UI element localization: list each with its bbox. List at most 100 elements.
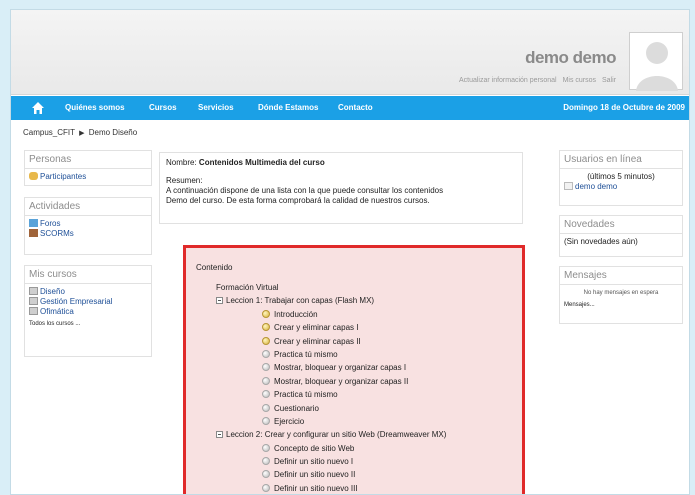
last-minutes-text: (últimos 5 minutos)	[587, 172, 655, 181]
nav-servicios[interactable]: Servicios	[198, 103, 234, 112]
lesson-1-item-label: Crear y eliminar capas I	[274, 323, 359, 333]
summary-line-2: Demo del curso. De esta forma comprobará…	[166, 196, 430, 205]
lesson-1-item[interactable]: Practica tú mismo	[196, 388, 512, 401]
lesson-page-icon	[262, 457, 270, 466]
nav-contacto[interactable]: Contacto	[338, 103, 373, 112]
lesson-page-icon	[262, 416, 270, 425]
course-name-row: Nombre: Contenidos Multimedia del curso	[166, 158, 516, 168]
content-title: Contenido	[196, 263, 233, 272]
lesson-page-icon	[262, 309, 270, 318]
lesson-1-item[interactable]: Ejercicio	[196, 415, 512, 428]
course-icon	[29, 297, 38, 305]
update-profile-link[interactable]: Actualizar información personal	[459, 77, 557, 84]
mensajes-block: Mensajes No hay mensajes en espera Mensa…	[559, 266, 683, 324]
breadcrumb-separator-icon: ▶	[79, 130, 85, 137]
main-nav: Quiénes somos Cursos Servicios Dónde Est…	[11, 96, 689, 120]
lesson-1-item-label: Ejercicio	[274, 416, 305, 426]
lesson-page-icon	[262, 349, 270, 358]
lesson-2-item[interactable]: Definir un sitio nuevo I	[196, 455, 512, 468]
home-icon[interactable]	[31, 101, 45, 115]
lesson-page-icon	[262, 323, 270, 332]
course-link-diseno[interactable]: Diseño	[40, 287, 65, 296]
user-name: demo demo	[525, 48, 616, 67]
scorms-link[interactable]: SCORMs	[40, 229, 74, 238]
course-name-value: Contenidos Multimedia del curso	[198, 158, 325, 167]
course-link-gestion[interactable]: Gestión Empresarial	[40, 297, 112, 306]
lesson-2-label: Leccion 2: Crear y configurar un sitio W…	[226, 430, 447, 440]
lesson-1-item[interactable]: Crear y eliminar capas II	[196, 335, 512, 348]
online-user-link[interactable]: demo demo	[575, 182, 617, 191]
mensajes-title: Mensajes	[560, 267, 682, 285]
course-link-ofimatica[interactable]: Ofimática	[40, 307, 74, 316]
messages-link[interactable]: Mensajes...	[564, 300, 678, 310]
nav-quienes-somos[interactable]: Quiénes somos	[65, 103, 125, 112]
usuarios-title: Usuarios en línea	[560, 151, 682, 169]
people-icon	[29, 172, 38, 180]
mis-cursos-block: Mis cursos Diseño Gestión Empresarial Of…	[24, 265, 152, 357]
lesson-1-item-label: Introducción	[274, 309, 318, 319]
breadcrumb: Campus_CFIT ▶ Demo Diseño	[23, 128, 137, 137]
scorm-icon	[29, 229, 38, 237]
all-courses-link[interactable]: Todos los cursos ...	[29, 319, 147, 329]
foros-link[interactable]: Foros	[40, 219, 60, 228]
nav-cursos[interactable]: Cursos	[149, 103, 177, 112]
lesson-page-icon	[262, 403, 270, 412]
my-courses-link[interactable]: Mis cursos	[563, 77, 596, 84]
lesson-2-item-label: Definir un sitio nuevo III	[274, 483, 358, 493]
collapse-icon[interactable]	[216, 297, 223, 305]
current-date: Domingo 18 de Octubre de 2009	[563, 103, 685, 112]
personas-block: Personas Participantes	[24, 150, 152, 186]
lesson-2-item-label: Definir un sitio nuevo II	[274, 470, 356, 480]
logout-link[interactable]: Salir	[602, 77, 616, 84]
summary-line-1: A continuación dispone de una lista con …	[166, 186, 444, 195]
lesson-1-item-label: Practica tú mismo	[274, 390, 338, 400]
tree-lesson-1[interactable]: Leccion 1: Trabajar con capas (Flash MX)	[196, 294, 512, 307]
avatar[interactable]	[629, 32, 683, 91]
course-name-label: Nombre:	[166, 158, 197, 167]
lesson-2-item[interactable]: Concepto de sitio Web	[196, 442, 512, 455]
lesson-1-item[interactable]: Cuestionario	[196, 402, 512, 415]
lesson-1-item[interactable]: Introducción	[196, 308, 512, 321]
lesson-1-items: Introducción Crear y eliminar capas I Crea…	[196, 308, 512, 429]
page-frame: demo demo Actualizar información persona…	[10, 9, 690, 495]
novedades-block: Novedades (Sin novedades aún)	[559, 215, 683, 257]
lesson-page-icon	[262, 363, 270, 372]
lesson-2-item-label: Concepto de sitio Web	[274, 443, 355, 453]
course-summary: Nombre: Contenidos Multimedia del curso …	[159, 152, 523, 224]
lesson-page-icon	[262, 336, 270, 345]
tree-lesson-2[interactable]: Leccion 2: Crear y configurar un sitio W…	[196, 428, 512, 441]
lesson-page-icon	[262, 376, 270, 385]
lesson-1-item-label: Cuestionario	[274, 403, 319, 413]
lesson-1-item-label: Mostrar, bloquear y organizar capas I	[274, 363, 407, 373]
actividades-title: Actividades	[25, 198, 151, 216]
content-panel: Contenido Formación Virtual Leccion 1: T…	[183, 245, 525, 494]
lesson-1-item[interactable]: Practica tú mismo	[196, 348, 512, 361]
lesson-2-items: Concepto de sitio Web Definir un sitio nu…	[196, 442, 512, 494]
lesson-2-item[interactable]: Definir un sitio nuevo II	[196, 468, 512, 481]
actividades-block: Actividades Foros SCORMs	[24, 197, 152, 255]
forum-icon	[29, 219, 38, 227]
lesson-page-icon	[262, 483, 270, 492]
lesson-1-label: Leccion 1: Trabajar con capas (Flash MX)	[226, 296, 375, 306]
participantes-link[interactable]: Participantes	[40, 172, 86, 181]
lesson-page-icon	[262, 443, 270, 452]
lesson-2-item-label: Definir un sitio nuevo I	[274, 457, 354, 467]
novedades-title: Novedades	[560, 216, 682, 234]
lesson-1-item[interactable]: Mostrar, bloquear y organizar capas II	[196, 375, 512, 388]
usuarios-block: Usuarios en línea (últimos 5 minutos) de…	[559, 150, 683, 206]
breadcrumb-current: Demo Diseño	[88, 128, 138, 137]
breadcrumb-root[interactable]: Campus_CFIT	[23, 128, 75, 137]
lesson-1-item-label: Mostrar, bloquear y organizar capas II	[274, 376, 409, 386]
lesson-1-item[interactable]: Mostrar, bloquear y organizar capas I	[196, 361, 512, 374]
tree-root[interactable]: Formación Virtual	[196, 281, 512, 294]
header-links: Actualizar información personal Mis curs…	[455, 77, 616, 84]
avatar-placeholder-icon	[636, 42, 678, 91]
personas-title: Personas	[25, 151, 151, 169]
lesson-1-item[interactable]: Crear y eliminar capas I	[196, 321, 512, 334]
lesson-1-item-label: Practica tú mismo	[274, 349, 338, 359]
lesson-2-item[interactable]: Definir un sitio nuevo III	[196, 482, 512, 494]
no-news-text: (Sin novedades aún)	[564, 237, 638, 246]
no-messages-text: No hay mensajes en espera	[583, 290, 659, 296]
nav-donde-estamos[interactable]: Dónde Estamos	[258, 103, 318, 112]
collapse-icon[interactable]	[216, 431, 223, 439]
